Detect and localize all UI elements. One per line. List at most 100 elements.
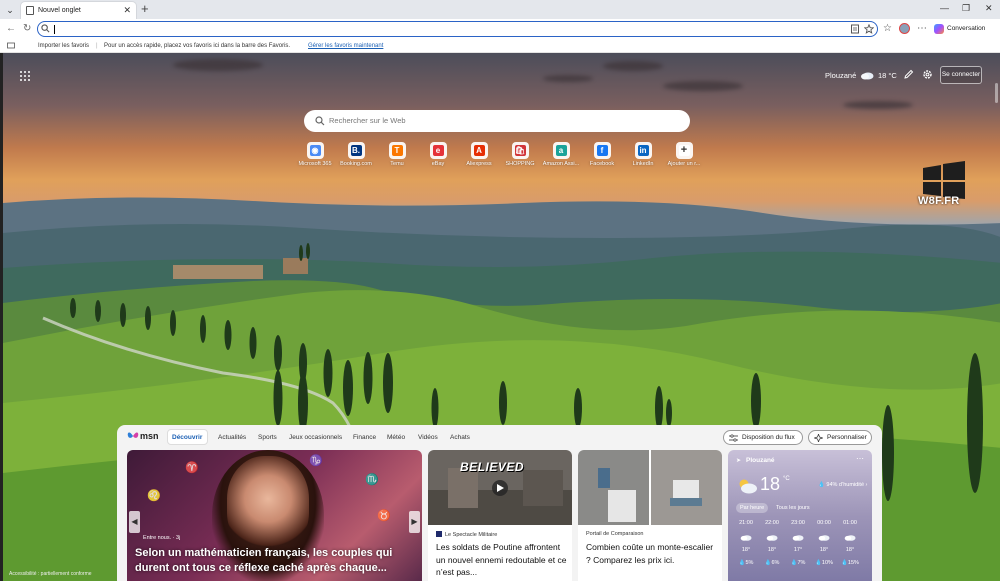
quick-link[interactable]: in LinkedIn <box>622 142 664 170</box>
tab-daily[interactable]: Tous les jours <box>772 503 814 513</box>
tab-shopping[interactable]: Achats <box>450 433 470 442</box>
weather-card-location: Plouzané <box>746 457 775 464</box>
hour-column: 23:00 17° 💧7% <box>787 520 809 567</box>
more-icon[interactable]: ⋯ <box>856 455 864 463</box>
hero-image-face <box>227 456 309 551</box>
weather-card-temp: 18 <box>760 474 781 494</box>
news-card[interactable]: Portail de Comparaison Combien coûte un … <box>578 450 722 581</box>
quick-link-label: SHOPPING <box>505 161 535 167</box>
partly-cloudy-icon <box>739 479 757 494</box>
aliexpress-icon-tile: A <box>470 142 488 159</box>
apps-grid-icon[interactable] <box>19 70 31 82</box>
quick-link[interactable]: f Facebook <box>581 142 623 170</box>
address-bar[interactable] <box>37 21 878 37</box>
weather-card[interactable]: ➤ Plouzané ⋯ 18 °C 💧 94% d’humidité › Pa… <box>728 450 872 581</box>
copilot-icon[interactable] <box>934 24 944 34</box>
cloud-icon <box>740 535 752 541</box>
tab-weather[interactable]: Météo <box>387 433 405 442</box>
web-search-box[interactable]: Rechercher sur le Web <box>304 110 690 132</box>
quick-link[interactable]: A Aliexpress <box>458 142 500 170</box>
scrollbar-thumb[interactable] <box>995 83 998 103</box>
hour-temp: 17° <box>793 547 803 553</box>
weather-location[interactable]: Plouzané <box>825 71 856 81</box>
tab-close-icon[interactable]: ✕ <box>123 4 131 16</box>
quick-link[interactable]: B. Booking.com <box>335 142 377 170</box>
more-options-icon[interactable]: ⋯ <box>917 22 927 36</box>
quick-link[interactable]: 🛍 SHOPPING <box>499 142 541 170</box>
reader-mode-icon[interactable] <box>850 24 860 34</box>
maximize-button[interactable]: ❐ <box>962 2 970 14</box>
tab-casual-games[interactable]: Jeux occasionnels <box>289 433 342 442</box>
carousel-prev-button[interactable]: ◀ <box>129 511 140 533</box>
amazon-icon-tile: a <box>552 142 570 159</box>
hour-column: 00:00 18° 💧10% <box>813 520 835 567</box>
quick-link[interactable]: + Ajouter un r... <box>663 142 705 170</box>
page-icon <box>26 6 34 15</box>
favorites-icon[interactable]: ☆ <box>883 22 892 36</box>
close-window-button[interactable]: ✕ <box>985 2 993 14</box>
personalize-button[interactable]: Personnaliser <box>808 430 872 445</box>
quick-link[interactable]: a Amazon Assi... <box>540 142 582 170</box>
pencil-icon[interactable] <box>903 69 914 80</box>
tab-new-tab[interactable]: Nouvel onglet ✕ <box>20 1 137 19</box>
image-overlay-text: BELIEVED <box>460 460 525 474</box>
sparkle-icon <box>814 434 823 442</box>
hour-temp: 18° <box>845 547 855 553</box>
zodiac-glyph: ♌ <box>147 490 161 502</box>
import-favorites-button[interactable]: Importer les favoris <box>38 42 89 50</box>
search-icon <box>41 24 50 33</box>
add-icon: + <box>678 145 690 156</box>
ebay-icon-tile: e <box>429 142 447 159</box>
news-card[interactable]: BELIEVED Le Spectacle Militaire Les sold… <box>428 450 572 581</box>
booking-icon-tile: B. <box>347 142 365 159</box>
publisher-logo-icon <box>436 531 442 537</box>
tab-hourly[interactable]: Par heure <box>736 503 769 513</box>
tab-discover[interactable]: Découvrir <box>172 433 202 442</box>
rain-chance: 💧15% <box>841 560 859 566</box>
quick-link-label: Microsoft 365 <box>298 161 332 167</box>
cloud-icon <box>861 72 874 80</box>
sign-in-button[interactable]: Se connecter <box>940 66 982 84</box>
tab-sports[interactable]: Sports <box>258 433 277 442</box>
cloud-icon <box>844 535 856 541</box>
back-button[interactable]: ← <box>6 22 16 36</box>
linkedin-icon-tile: in <box>634 142 652 159</box>
separator: | <box>96 43 98 49</box>
weather-temperature[interactable]: 18 °C <box>878 71 897 81</box>
rain-chance: 💧10% <box>815 560 833 566</box>
tab-actions-menu[interactable]: ⌄ <box>3 3 17 17</box>
profile-avatar[interactable] <box>899 23 910 34</box>
quick-link-label: Facebook <box>589 161 615 167</box>
zodiac-glyph: ♏ <box>365 474 379 486</box>
hour-temp: 18° <box>767 547 777 553</box>
linkedin-icon: in <box>637 145 649 156</box>
quick-link[interactable]: T Temu <box>376 142 418 170</box>
quick-link[interactable]: e eBay <box>417 142 459 170</box>
tab-videos[interactable]: Vidéos <box>418 433 438 442</box>
tab-news[interactable]: Actualités <box>218 433 246 442</box>
carousel-next-button[interactable]: ▶ <box>409 511 420 533</box>
hero-title[interactable]: Selon un mathématicien français, les cou… <box>135 546 405 576</box>
search-icon <box>315 116 325 126</box>
manage-favorites-link[interactable]: Gérer les favoris maintenant <box>308 42 383 50</box>
hero-article-card[interactable]: ♈ ♑ ♏ ♌ ♉ ◀ ▶ Entre nous. · 3j Selon un … <box>127 450 422 581</box>
booking-icon: B. <box>350 145 362 156</box>
gear-icon[interactable] <box>922 69 933 80</box>
quick-link[interactable]: ◉ Microsoft 365 <box>294 142 336 170</box>
new-tab-button[interactable]: + <box>141 1 149 17</box>
article-title[interactable]: Combien coûte un monte-escalier ? Compar… <box>586 541 718 566</box>
favorite-star-icon[interactable] <box>864 24 874 34</box>
ebay-icon: e <box>432 145 444 156</box>
minimize-button[interactable]: — <box>940 2 949 14</box>
rain-chance: 💧5% <box>738 560 754 566</box>
w8f-watermark: W8F.FR <box>918 195 960 207</box>
article-title[interactable]: Les soldats de Poutine affrontent un nou… <box>436 541 568 579</box>
facebook-icon: f <box>596 145 608 156</box>
refresh-button[interactable]: ↻ <box>23 22 31 36</box>
hour-time: 23:00 <box>791 520 805 526</box>
tab-finance[interactable]: Finance <box>353 433 376 442</box>
conversation-button[interactable]: Conversation <box>947 24 985 34</box>
weather-card-unit: °C <box>783 476 790 482</box>
feed-layout-button[interactable]: Disposition du flux <box>723 430 803 445</box>
text-caret <box>54 25 55 34</box>
